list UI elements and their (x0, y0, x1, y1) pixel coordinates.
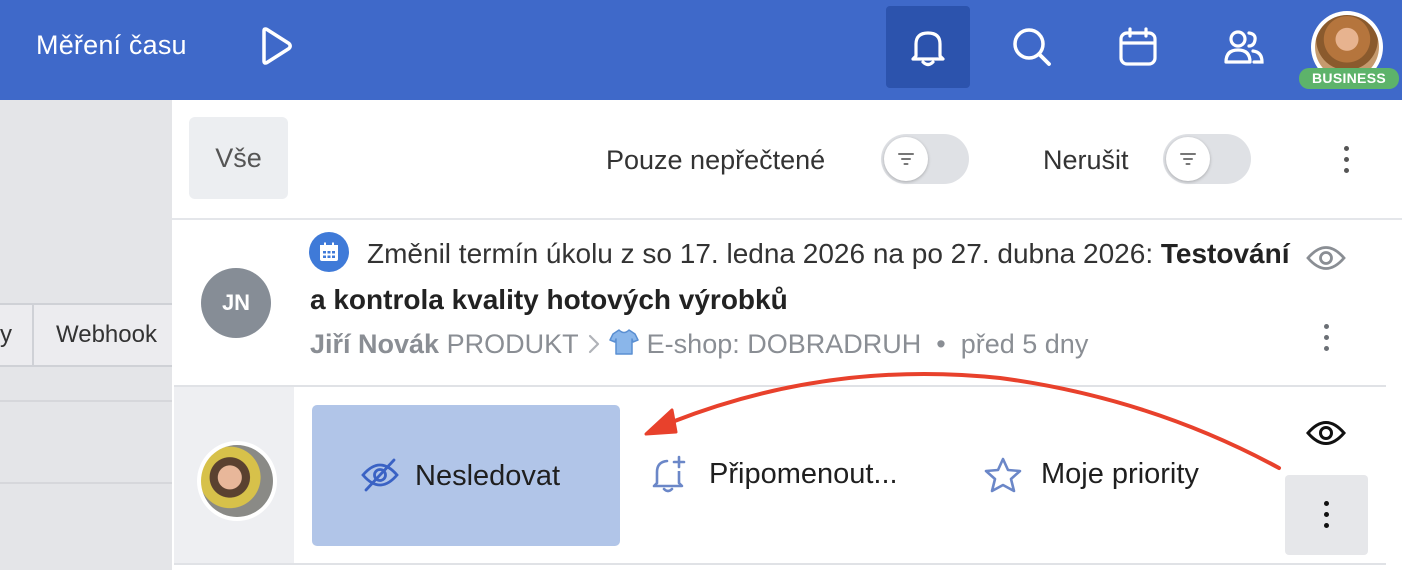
background-tab-row: y Webhook (0, 303, 172, 367)
notifications-panel: Vše Pouze nepřečtené Nerušit JN Změnil t… (172, 100, 1402, 570)
unfollow-label: Nesledovat (415, 460, 561, 492)
eye-icon (1306, 421, 1346, 445)
shirt-icon (609, 329, 647, 359)
plan-badge: BUSINESS (1299, 68, 1399, 89)
separator-dot: • (928, 329, 954, 359)
notification-text[interactable]: Změnil termín úkolu z so 17. ledna 2026 … (310, 231, 1310, 323)
divider (0, 400, 172, 402)
remind-button[interactable]: Připomenout... (709, 458, 898, 491)
background-content: y Webhook (0, 100, 172, 570)
bell-icon (911, 31, 945, 67)
filter-icon (898, 153, 914, 165)
unfollow-button[interactable]: Nesledovat (312, 405, 620, 546)
search-button[interactable] (990, 6, 1074, 88)
filter-all-button[interactable]: Vše (189, 117, 288, 199)
search-icon (1013, 28, 1051, 66)
webhook-tab[interactable]: Webhook (56, 305, 157, 365)
divider (0, 482, 172, 484)
chevron-right-icon (586, 329, 610, 359)
star-icon[interactable] (984, 457, 1022, 498)
notifications-button[interactable] (886, 6, 970, 88)
play-icon[interactable] (256, 26, 296, 66)
notification-meta: Jiří Novák PRODUKT E-shop: DOBRADRUH • p… (310, 328, 1088, 360)
divider (172, 218, 1402, 220)
app-title[interactable]: Měření času (36, 30, 187, 61)
mark-read-button[interactable] (1306, 243, 1346, 278)
filter-icon (1180, 153, 1196, 165)
mark-read-button[interactable] (1306, 418, 1346, 453)
divider (174, 385, 1386, 387)
bell-plus-icon[interactable] (652, 455, 688, 498)
unread-only-label: Pouze nepřečtené (606, 145, 826, 175)
project-link[interactable]: E-shop: DOBRADRUH (647, 329, 922, 359)
avatar[interactable]: JN (201, 268, 271, 338)
avatar[interactable] (197, 441, 277, 521)
do-not-disturb-toggle[interactable] (1163, 134, 1251, 184)
category-label[interactable]: PRODUKT (447, 329, 579, 359)
eye-icon (1306, 246, 1346, 270)
unread-only-toggle[interactable] (881, 134, 969, 184)
calendar-icon (1119, 27, 1157, 66)
calendar-icon (309, 232, 349, 272)
notification-more-button[interactable] (1285, 475, 1368, 555)
do-not-disturb-label: Nerušit (1043, 145, 1129, 175)
calendar-button[interactable] (1096, 6, 1180, 88)
top-bar: Měření času BUSINESS (0, 0, 1402, 100)
more-vertical-icon (1322, 501, 1330, 528)
my-priorities-button[interactable]: Moje priority (1041, 458, 1199, 491)
author-name[interactable]: Jiří Novák (310, 329, 439, 359)
divider (174, 563, 1386, 565)
notification-more-button[interactable] (1322, 324, 1330, 351)
users-button[interactable] (1202, 6, 1286, 88)
panel-more-button[interactable] (1342, 146, 1350, 173)
timestamp: před 5 dny (960, 329, 1089, 359)
users-icon (1224, 30, 1264, 64)
eye-off-icon (361, 458, 399, 492)
background-tab[interactable]: y (0, 305, 34, 365)
